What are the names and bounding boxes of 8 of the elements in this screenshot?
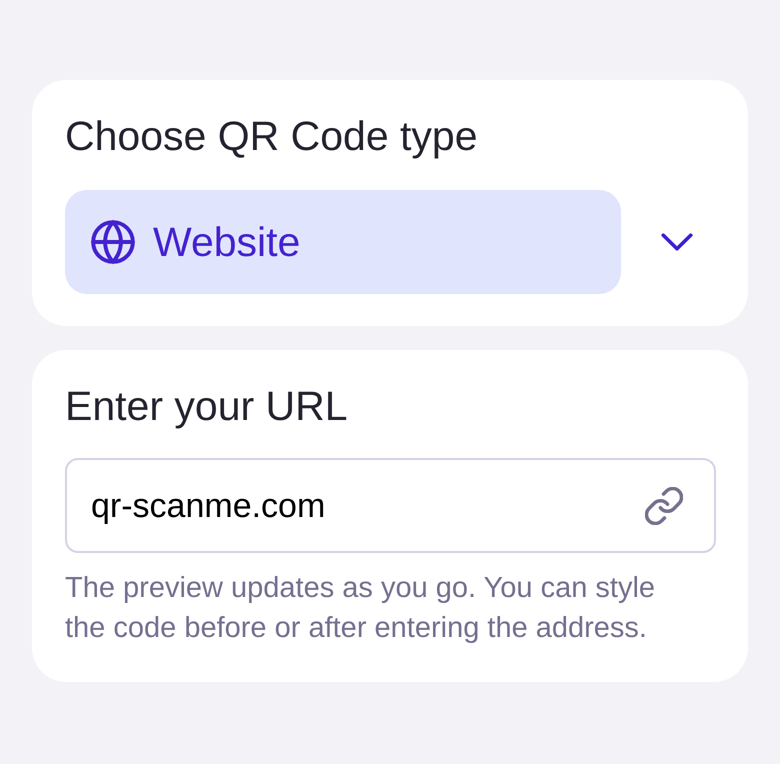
card-title: Enter your URL bbox=[65, 382, 349, 430]
card-title: Choose QR Code type bbox=[65, 112, 479, 160]
url-field[interactable]: qr-scanme.com bbox=[65, 458, 716, 553]
globe-icon bbox=[91, 220, 135, 264]
link-icon bbox=[645, 486, 683, 524]
help-text: The preview updates as you go. You can style the code before or after entering the address. bbox=[65, 571, 656, 646]
qr-type-dropdown[interactable]: Website bbox=[65, 190, 621, 294]
chevron-down-icon[interactable] bbox=[661, 233, 693, 251]
